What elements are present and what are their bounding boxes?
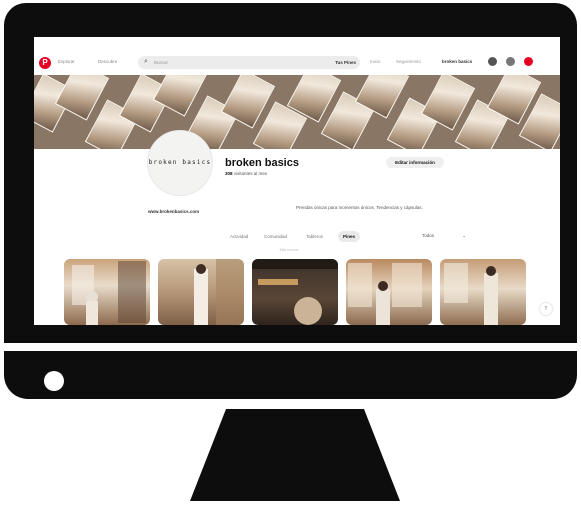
pin-card[interactable] [440, 259, 526, 325]
pinterest-logo-icon[interactable]: P [39, 57, 51, 69]
pin-image [252, 259, 338, 325]
tab-community[interactable]: Comunidad [264, 234, 287, 239]
pin-image [348, 263, 422, 325]
tabs-subtitle: Más nuevos [279, 248, 299, 252]
tab-pins[interactable]: Pines [338, 231, 360, 242]
pin-card[interactable] [64, 259, 150, 325]
monitor-chin [4, 351, 577, 399]
pin-card[interactable] [346, 259, 432, 325]
avatar-icon[interactable] [524, 57, 533, 66]
monitor-stand [190, 409, 400, 501]
monitor: P Explorar Descubre ⌕ Buscar Tus Pines I… [4, 3, 577, 501]
profile-followers: 308 visitantes al mes [225, 171, 267, 176]
notifications-icon[interactable] [506, 57, 515, 66]
filter-label: Todos [422, 233, 435, 238]
account-name[interactable]: broken basics [442, 59, 472, 64]
pin-image [72, 261, 146, 325]
profile-banner [34, 75, 560, 149]
edit-profile-button[interactable]: Editar información [386, 157, 444, 168]
chevron-down-icon: ⌄ [462, 233, 466, 238]
screen: P Explorar Descubre ⌕ Buscar Tus Pines I… [34, 37, 560, 325]
filter-dropdown[interactable]: Todos ⌄ [422, 233, 470, 242]
profile-avatar[interactable]: broken basics [147, 130, 213, 196]
nav-explore[interactable]: Explorar [58, 59, 75, 64]
followers-count: 308 [225, 171, 233, 176]
profile-name: broken basics [225, 157, 299, 169]
pin-image [444, 263, 498, 325]
for-you-dropdown[interactable]: Tus Pines [335, 60, 356, 65]
search-input[interactable]: ⌕ Buscar Tus Pines [138, 56, 360, 69]
nav-home[interactable]: Inicio [370, 59, 381, 64]
search-placeholder: Buscar [154, 60, 169, 65]
pin-image [194, 259, 244, 325]
profile-bio: Prendas únicas para momentos únicos. Ten… [296, 205, 423, 210]
followers-label: visitantes al mes [233, 171, 268, 176]
scroll-up-icon[interactable]: ↑ [540, 303, 552, 315]
avatar-logo-text: broken basics [148, 159, 212, 166]
tab-boards[interactable]: Tableros [306, 234, 323, 239]
pin-card[interactable] [252, 259, 338, 325]
search-icon: ⌕ [144, 58, 148, 65]
power-button-icon [44, 371, 64, 391]
monitor-chin-divider [4, 343, 577, 351]
nav-following[interactable]: Seguimiento [396, 59, 421, 64]
pin-card[interactable] [158, 259, 244, 325]
profile-website-link[interactable]: www.brokenbasics.com [148, 209, 199, 214]
messages-icon[interactable] [488, 57, 497, 66]
tab-activity[interactable]: Actividad [230, 234, 248, 239]
nav-discover[interactable]: Descubre [98, 59, 117, 64]
